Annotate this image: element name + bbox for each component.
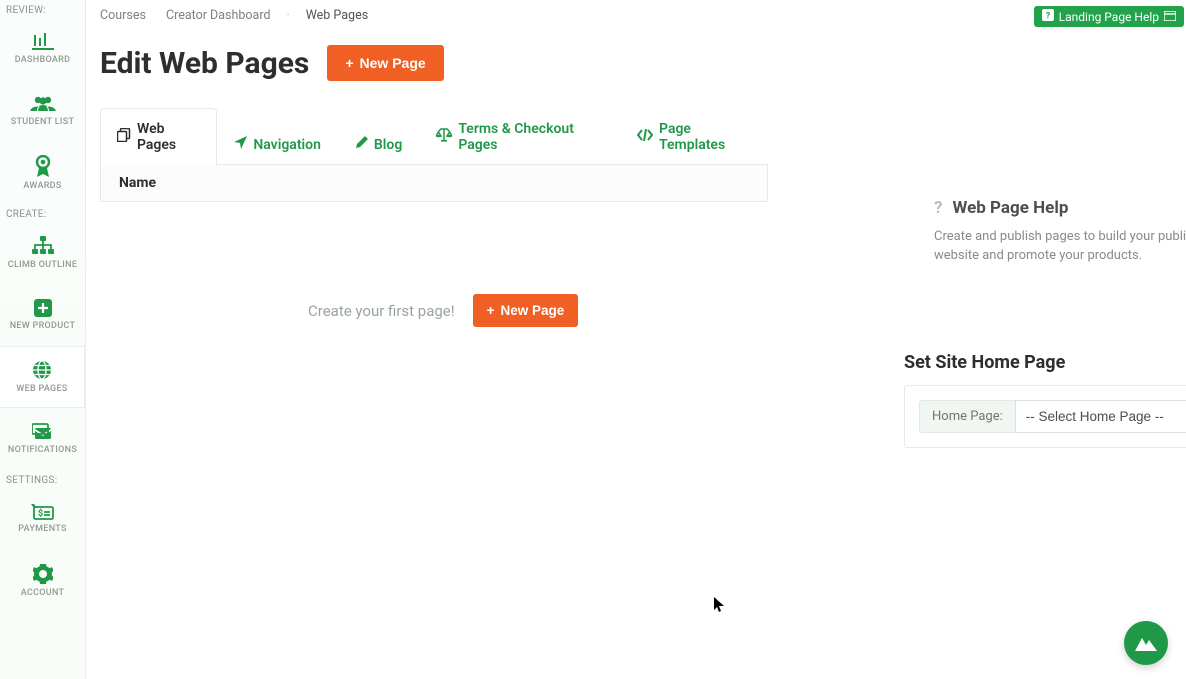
sidebar-item-label: AWARDS [23,181,61,191]
breadcrumb-courses[interactable]: Courses [100,8,146,23]
tab-label: Web Pages [137,121,200,153]
window-icon [1164,10,1176,24]
sidebar-item-label: STUDENT LIST [11,117,75,127]
plus-icon: + [487,303,495,318]
title-row: Edit Web Pages + New Page [100,45,1172,81]
sidebar-item-label: DASHBOARD [15,55,71,65]
new-page-button-label: New Page [501,303,565,318]
envelope-stack-icon [32,423,54,441]
help-panel-body: Create and publish pages to build your p… [934,228,1186,266]
home-page-selector-box: Home Page: -- Select Home Page -- [904,385,1186,448]
sidebar-item-payments[interactable]: $ PAYMENTS [0,488,85,550]
table-header-name: Name [100,165,768,202]
chart-bar-icon [32,33,54,51]
help-panel-heading: ? Web Page Help [934,198,1186,218]
gear-icon [33,564,53,584]
plus-square-icon [34,299,52,317]
help-badge-label: Landing Page Help [1059,10,1159,24]
page-title: Edit Web Pages [100,46,309,81]
help-fab[interactable] [1124,621,1168,665]
svg-text:$: $ [38,508,43,519]
balance-scale-icon [436,128,452,146]
help-panel-title: Web Page Help [952,198,1068,218]
breadcrumb-current: Web Pages [306,8,368,23]
code-icon [637,129,653,145]
tab-label: Blog [374,137,402,153]
sidebar-item-label: CLIMB OUTLINE [8,260,77,270]
empty-state-text: Create your first page! [308,302,455,320]
sidebar-item-notifications[interactable]: NOTIFICATIONS [0,408,85,470]
sidebar-item-label: NEW PRODUCT [10,321,76,331]
sidebar-item-web-pages[interactable]: WEB PAGES [0,346,85,408]
sidebar-item-label: ACCOUNT [21,588,65,598]
plus-icon: + [345,55,353,71]
pen-icon [355,136,368,153]
sidebar-section-settings: SETTINGS: [0,470,85,488]
tab-label: Terms & Checkout Pages [458,121,603,153]
sidebar-section-review: REVIEW: [0,0,85,18]
new-page-button-label: New Page [360,55,426,71]
copy-icon [117,128,131,146]
tab-web-pages[interactable]: Web Pages [100,108,217,165]
empty-state: Create your first page! + New Page [308,294,1172,327]
breadcrumb: Courses Creator Dashboard · Web Pages [100,8,1172,23]
tab-blog[interactable]: Blog [338,123,419,165]
breadcrumb-creator-dashboard[interactable]: Creator Dashboard [166,8,271,23]
tabs: Web Pages Navigation Blog Terms & Checko… [100,107,768,165]
sidebar-item-label: WEB PAGES [16,384,67,394]
mountain-icon [1135,635,1157,651]
home-page-section: Set Site Home Page Home Page: -- Select … [904,352,1186,448]
globe-icon [32,360,52,380]
sidebar-item-student-list[interactable]: STUDENT LIST [0,80,85,142]
sidebar-item-awards[interactable]: AWARDS [0,142,85,204]
tab-label: Page Templates [659,121,751,153]
home-page-label: Home Page: [919,400,1015,433]
sidebar-item-account[interactable]: ACCOUNT [0,550,85,612]
award-icon [33,155,53,177]
question-icon: ? [934,198,942,218]
money-check-icon: $ [31,504,55,520]
sidebar-item-new-product[interactable]: NEW PRODUCT [0,284,85,346]
sidebar-item-label: NOTIFICATIONS [8,445,77,455]
help-panel: ? Web Page Help Create and publish pages… [934,198,1186,266]
landing-page-help-badge[interactable]: ? Landing Page Help [1034,6,1184,27]
breadcrumb-separator: · [287,8,290,23]
home-section-title: Set Site Home Page [904,352,1186,373]
tab-page-templates[interactable]: Page Templates [620,108,768,165]
sidebar: REVIEW: DASHBOARD STUDENT LIST AWARDS CR… [0,0,86,679]
sidebar-section-create: CREATE: [0,204,85,222]
sidebar-item-label: PAYMENTS [18,524,67,534]
users-icon [30,95,56,113]
sitemap-icon [32,236,54,256]
sidebar-item-climb-outline[interactable]: CLIMB OUTLINE [0,222,85,284]
svg-text:?: ? [1045,12,1050,22]
question-icon: ? [1042,9,1054,24]
sidebar-item-dashboard[interactable]: DASHBOARD [0,18,85,80]
new-page-button[interactable]: + New Page [327,45,443,81]
tab-terms-checkout[interactable]: Terms & Checkout Pages [419,108,620,165]
tab-label: Navigation [253,137,321,153]
home-page-select[interactable]: -- Select Home Page -- [1015,400,1186,433]
new-page-button-empty[interactable]: + New Page [473,294,579,327]
location-arrow-icon [234,136,247,153]
tab-navigation[interactable]: Navigation [217,123,338,165]
main-content: Courses Creator Dashboard · Web Pages ? … [86,0,1186,679]
